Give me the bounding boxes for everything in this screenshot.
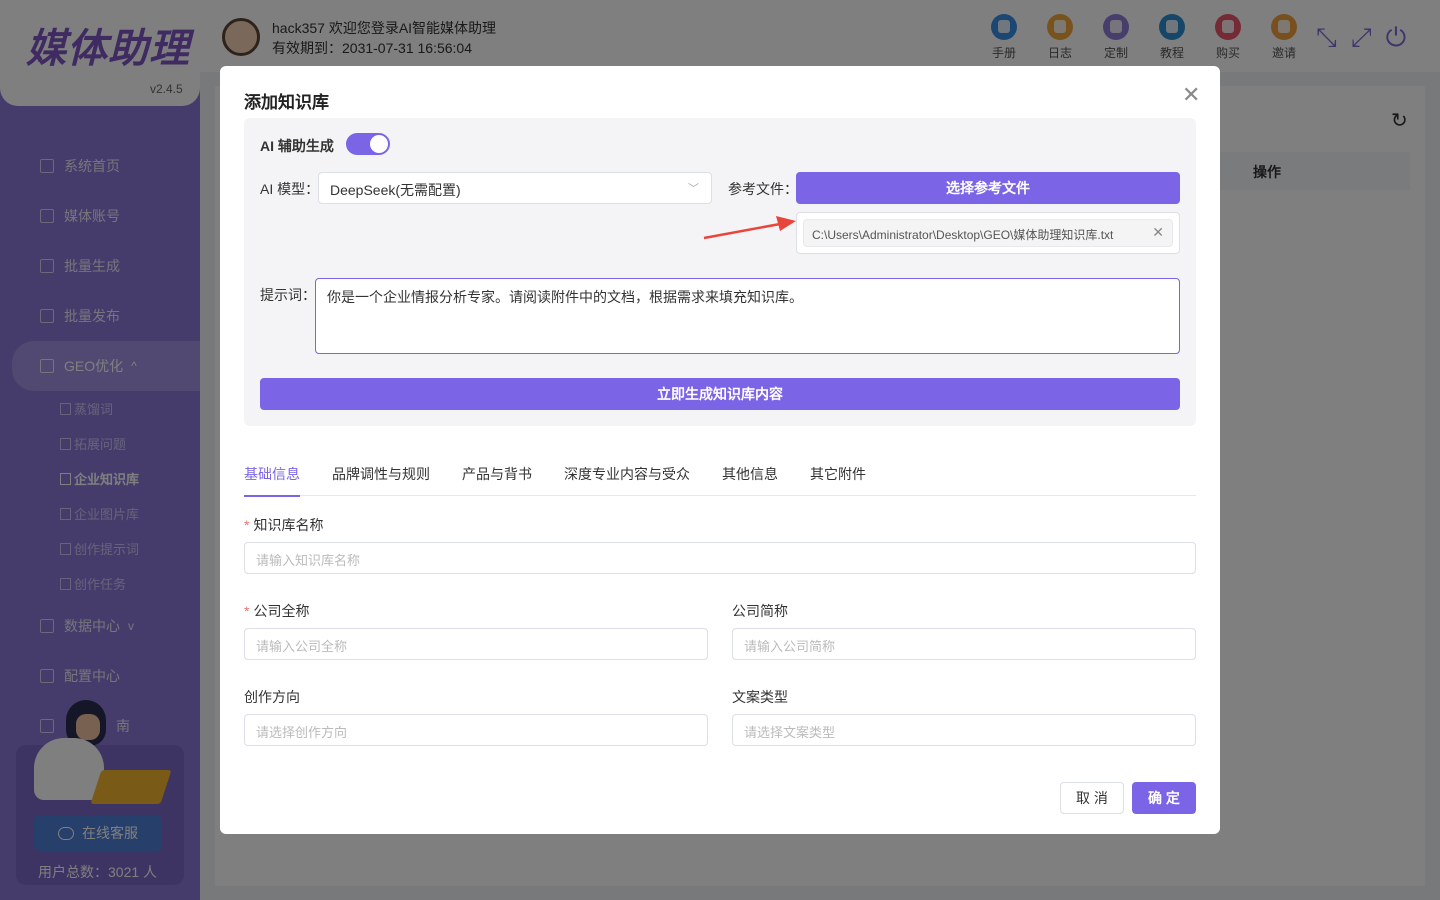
annotation-arrow (703, 216, 796, 240)
ai-model-select[interactable]: DeepSeek(无需配置) ﹀ (318, 172, 712, 204)
ref-file-label: 参考文件： (728, 181, 798, 197)
ai-model-label: AI 模型： (260, 181, 320, 197)
direction-label: 创作方向 (244, 689, 300, 705)
ai-assist-panel: AI 辅助生成 AI 模型： DeepSeek(无需配置) ﹀ 参考文件： 选择… (244, 118, 1196, 426)
required-mark: * (244, 603, 250, 619)
prompt-label: 提示词： (260, 287, 316, 303)
generate-knowledge-button[interactable]: 立即生成知识库内容 (260, 378, 1180, 410)
kb-name-label: * 知识库名称 (244, 515, 323, 535)
company-full-label: * 公司全称 (244, 601, 309, 621)
ref-file-list: C:\Users\Administrator\Desktop\GEO\媒体助理知… (796, 212, 1180, 254)
tab-products[interactable]: 产品与背书 (462, 450, 532, 496)
tab-brand-tone[interactable]: 品牌调性与规则 (332, 450, 430, 496)
chevron-down-icon: ﹀ (688, 183, 699, 195)
file-path: C:\Users\Administrator\Desktop\GEO\媒体助理知… (812, 228, 1114, 242)
dialog-title: 添加知识库 (244, 93, 329, 112)
ai-assist-label: AI 辅助生成 (260, 138, 334, 154)
tab-deep-content[interactable]: 深度专业内容与受众 (564, 450, 690, 496)
kb-name-input[interactable]: 请输入知识库名称 (244, 542, 1196, 574)
company-short-input[interactable]: 请输入公司简称 (732, 628, 1196, 660)
confirm-button[interactable]: 确 定 (1132, 782, 1196, 814)
company-full-label-text: 公司全称 (253, 603, 310, 619)
copy-type-select[interactable]: 请选择文案类型 (732, 714, 1196, 746)
required-mark: * (244, 517, 250, 533)
form-tabs: 基础信息 品牌调性与规则 产品与背书 深度专业内容与受众 其他信息 其它附件 (244, 450, 1196, 497)
kb-name-label-text: 知识库名称 (253, 517, 324, 533)
select-ref-file-button[interactable]: 选择参考文件 (796, 172, 1180, 204)
tab-other-info[interactable]: 其他信息 (722, 450, 778, 496)
copy-type-label: 文案类型 (732, 689, 788, 705)
prompt-textarea[interactable]: 你是一个企业情报分析专家。请阅读附件中的文档，根据需求来填充知识库。 (315, 278, 1180, 354)
tab-attachments[interactable]: 其它附件 (810, 450, 866, 496)
company-short-label: 公司简称 (732, 603, 788, 619)
ai-assist-toggle[interactable] (346, 133, 390, 155)
close-icon[interactable]: ✕ (1182, 82, 1200, 108)
remove-file-icon[interactable]: ✕ (1152, 224, 1164, 241)
add-knowledge-base-dialog: 添加知识库 ✕ AI 辅助生成 AI 模型： DeepSeek(无需配置) ﹀ … (220, 66, 1220, 834)
cancel-button[interactable]: 取 消 (1060, 782, 1124, 814)
ai-model-value: DeepSeek(无需配置) (330, 182, 461, 198)
file-tag: C:\Users\Administrator\Desktop\GEO\媒体助理知… (803, 219, 1173, 247)
direction-select[interactable]: 请选择创作方向 (244, 714, 708, 746)
tab-basic-info[interactable]: 基础信息 (244, 450, 300, 497)
company-full-input[interactable]: 请输入公司全称 (244, 628, 708, 660)
